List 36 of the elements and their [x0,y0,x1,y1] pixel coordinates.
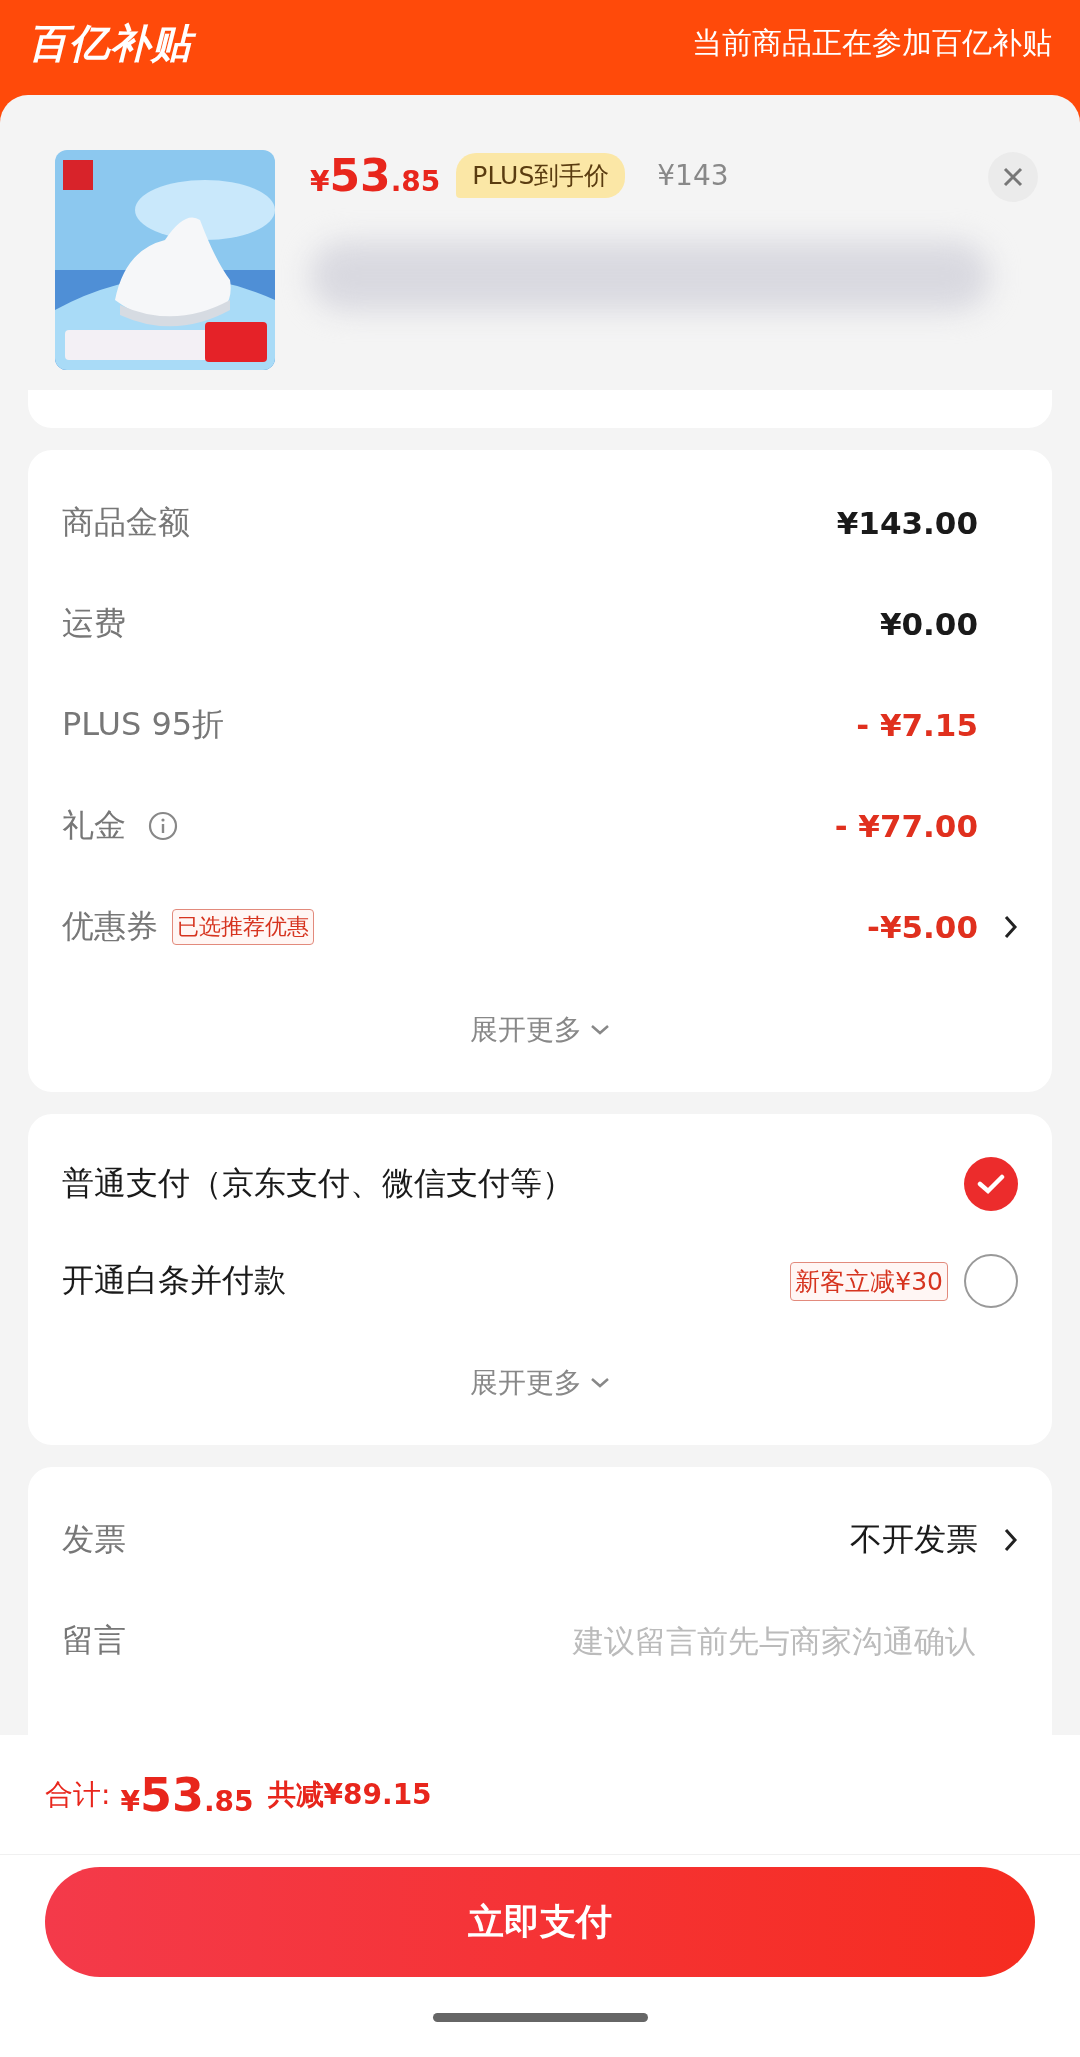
promo-notice: 当前商品正在参加百亿补贴 [692,24,1052,62]
radio-button[interactable] [964,1254,1018,1309]
field-label: 发票 [62,1518,126,1560]
payment-option: 普通支付（京东支付、微信支付等） [62,1162,574,1207]
info-icon[interactable] [148,810,178,841]
product-price: ¥53.85 [310,150,441,201]
expand-more[interactable]: 展开更多 [464,1330,616,1436]
field-label: 留言 [62,1619,126,1661]
fee-label: 礼金 [62,804,126,846]
original-price: ¥143 [657,159,729,192]
check-icon [977,1173,1005,1196]
fee-label: 运费 [62,602,126,644]
price-tag: PLUS到手价 [456,153,626,198]
fee-value: ¥143.00 [836,504,978,541]
fee-value: ¥0.00 [879,605,978,642]
fee-label: 优惠券 [62,905,158,947]
fee-label: 商品金额 [62,501,190,543]
fee-label: PLUS 95折 [62,703,225,745]
total-saved: 共减¥89.15 [267,1776,432,1813]
close-button[interactable] [988,152,1038,202]
expand-more[interactable]: 展开更多 [464,977,616,1083]
chevron-down-icon [590,1023,610,1036]
message-field[interactable]: 建议留言前先与商家沟通确认 [418,1621,978,1660]
radio-button[interactable] [964,1157,1018,1212]
coupon-tag: 已选推荐优惠 [172,908,314,945]
fee-value: - ¥7.15 [856,706,978,743]
total-price: ¥53.85 [120,1767,254,1822]
payment-option: 开通白条并付款 [62,1259,286,1304]
total-label: 合计: [45,1776,111,1813]
chevron-down-icon [590,1376,610,1389]
invoice-value[interactable]: 不开发票 [850,1517,978,1562]
fee-value: - ¥77.00 [834,807,978,844]
pay-button[interactable]: 立即支付 [45,1867,1035,1977]
promo-tag: 新客立减¥30 [790,1261,948,1301]
close-icon [1002,166,1024,188]
fee-value: -¥5.00 [867,908,978,945]
